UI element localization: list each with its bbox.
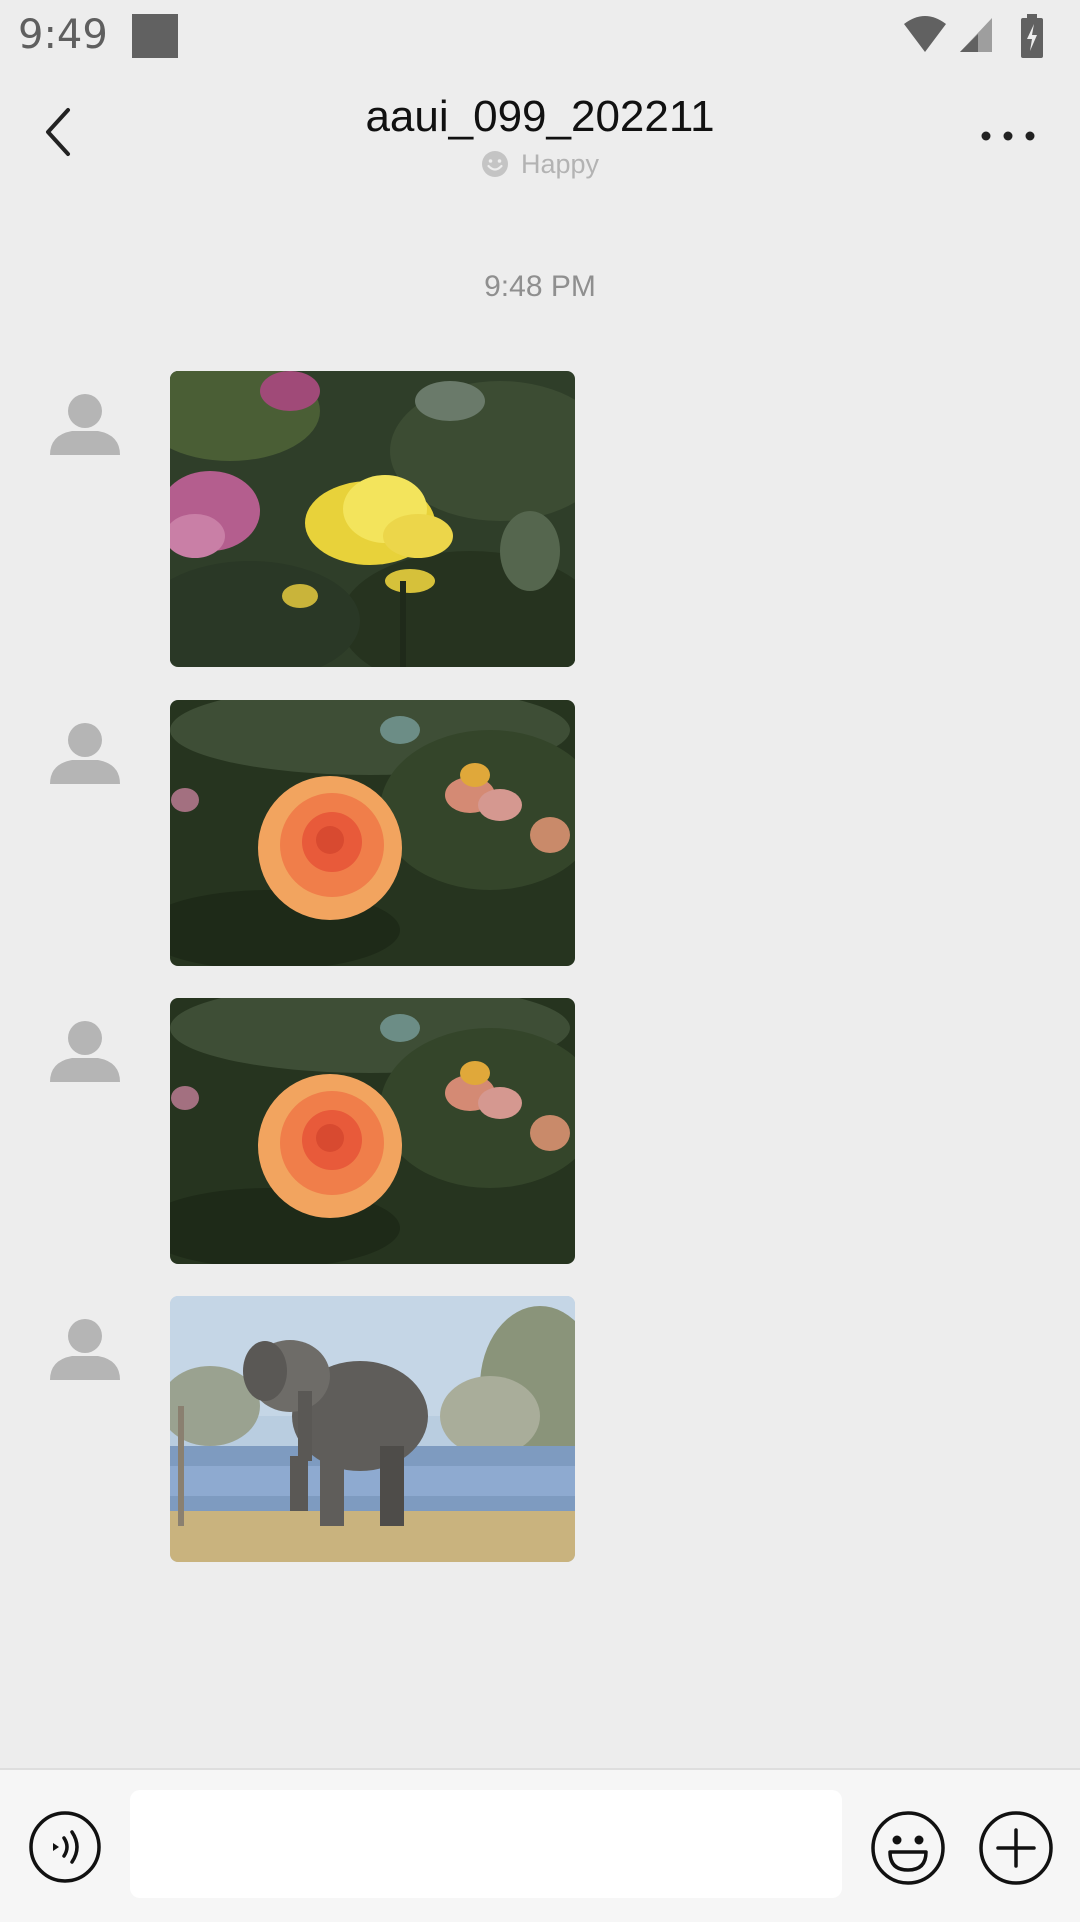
- contact-avatar[interactable]: [48, 1316, 122, 1390]
- default-avatar-icon: [50, 1319, 120, 1380]
- wifi-icon: [904, 16, 946, 52]
- plus-circle-icon: [979, 1811, 1053, 1885]
- emoji-button[interactable]: [870, 1810, 946, 1886]
- status-bar: 9:49: [0, 0, 1080, 76]
- contact-status: Happy: [0, 149, 1080, 185]
- status-text: Happy: [520, 149, 600, 179]
- orange-rose-image: [170, 700, 575, 966]
- message-item: [0, 700, 1080, 966]
- message-text-field[interactable]: [130, 1790, 842, 1898]
- message-item: [0, 1296, 1080, 1562]
- more-options-button[interactable]: [976, 116, 1040, 156]
- emoji-icon: [871, 1811, 945, 1885]
- message-timestamp: 9:48 PM: [484, 270, 596, 303]
- image-message[interactable]: [170, 371, 575, 667]
- message-input-bar: [0, 1768, 1080, 1922]
- image-message[interactable]: [170, 998, 575, 1264]
- yellow-rose-image: [170, 371, 575, 667]
- contact-avatar[interactable]: [48, 1018, 122, 1092]
- notification-icon: [132, 14, 178, 58]
- contact-avatar[interactable]: [48, 720, 122, 794]
- default-avatar-icon: [50, 723, 120, 784]
- contact-avatar[interactable]: [48, 391, 122, 465]
- image-message[interactable]: [170, 700, 575, 966]
- default-avatar-icon: [50, 394, 120, 455]
- status-icons: [902, 14, 1062, 58]
- message-item: [0, 371, 1080, 667]
- cellular-signal-icon: [960, 18, 992, 52]
- voice-input-icon: [29, 1811, 101, 1883]
- chat-header: aaui_099_202211 Happy: [0, 76, 1080, 196]
- contact-name: aaui_099_202211: [365, 92, 715, 141]
- image-message[interactable]: [170, 1296, 575, 1562]
- smiley-status-icon: [481, 150, 509, 185]
- more-horizontal-icon: [981, 131, 1035, 141]
- battery-charging-icon: [1021, 14, 1043, 58]
- status-time: 9:49: [18, 12, 108, 58]
- voice-button[interactable]: [28, 1810, 102, 1884]
- elephant-image: [170, 1296, 575, 1562]
- more-actions-button[interactable]: [978, 1810, 1054, 1886]
- default-avatar-icon: [50, 1021, 120, 1082]
- message-item: [0, 998, 1080, 1264]
- orange-rose-image: [170, 998, 575, 1264]
